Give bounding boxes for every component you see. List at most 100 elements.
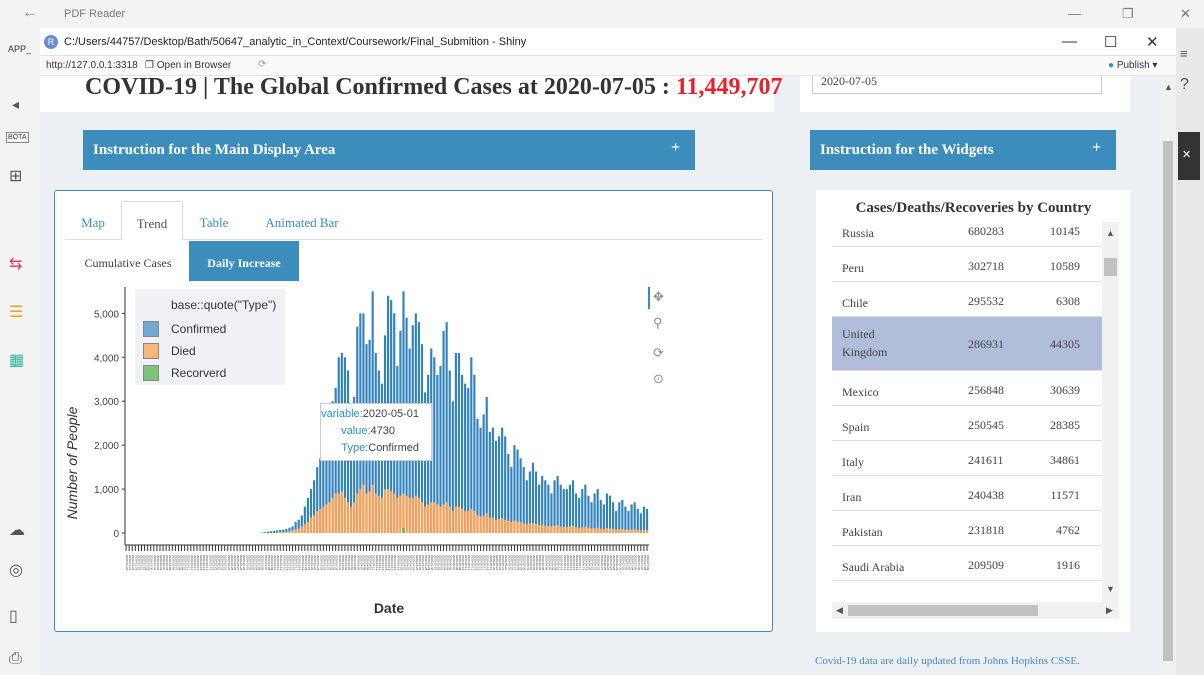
bar-died[interactable] <box>427 504 430 533</box>
expand-main-instruction-icon[interactable]: + <box>671 139 680 157</box>
bar-confirmed[interactable] <box>513 445 516 533</box>
bar-confirmed[interactable] <box>534 471 538 534</box>
bar-died[interactable] <box>328 502 331 533</box>
bar-died[interactable] <box>525 524 528 533</box>
bar-died[interactable] <box>479 516 482 533</box>
app-scroll-up-icon[interactable]: ▲ <box>1164 82 1173 92</box>
bar-died[interactable] <box>390 491 393 533</box>
bar-confirmed[interactable] <box>531 462 535 533</box>
bar-died[interactable] <box>399 495 402 533</box>
bar-died[interactable] <box>433 502 436 533</box>
bar-died[interactable] <box>337 493 340 533</box>
bar-died[interactable] <box>436 504 439 533</box>
bar-confirmed[interactable] <box>596 489 599 533</box>
scroll-down-arrow-icon[interactable]: ▼ <box>1106 584 1115 594</box>
bar-died[interactable] <box>605 528 609 533</box>
country-table[interactable]: Russia 680283 10145 Peru 302718 10589 Chile 295… <box>832 212 1102 592</box>
bar-died[interactable] <box>383 489 387 533</box>
bar-confirmed[interactable] <box>541 475 544 533</box>
bar-confirmed[interactable] <box>263 532 266 533</box>
bar-confirmed[interactable] <box>605 493 609 533</box>
bar-died[interactable] <box>380 497 383 533</box>
bar-confirmed[interactable] <box>612 502 615 533</box>
bar-died[interactable] <box>562 526 565 533</box>
bar-died[interactable] <box>501 518 504 533</box>
bar-confirmed[interactable] <box>584 484 587 533</box>
bar-died[interactable] <box>451 511 454 533</box>
hover-icon[interactable]: ⊙ <box>653 371 664 387</box>
bar-died[interactable] <box>624 529 627 533</box>
minimize-icon[interactable]: — <box>1068 6 1081 21</box>
bar-confirmed[interactable] <box>568 484 572 533</box>
bar-died[interactable] <box>291 530 294 533</box>
bar-died[interactable] <box>309 517 313 534</box>
bar-confirmed[interactable] <box>544 480 547 533</box>
close-icon[interactable]: ✕ <box>1180 6 1191 22</box>
bar-confirmed[interactable] <box>522 467 525 533</box>
bar-died[interactable] <box>507 520 510 533</box>
bar-died[interactable] <box>464 511 467 533</box>
bar-died[interactable] <box>531 522 535 533</box>
bar-confirmed[interactable] <box>587 495 590 533</box>
bar-died[interactable] <box>473 511 476 533</box>
bar-confirmed[interactable] <box>504 436 507 533</box>
bar-died[interactable] <box>584 526 587 533</box>
bar-died[interactable] <box>306 522 310 533</box>
bar-died[interactable] <box>377 495 380 533</box>
bar-died[interactable] <box>513 520 516 533</box>
bar-died[interactable] <box>353 502 356 533</box>
window-close-icon[interactable]: ✕ <box>1146 33 1159 51</box>
zoom-icon[interactable]: ⚲ <box>653 315 663 331</box>
bar-died[interactable] <box>547 525 550 533</box>
bar-died[interactable] <box>544 525 547 533</box>
table-row[interactable]: Iran 240438 11571 <box>832 476 1102 511</box>
subtab-cumulative-cases[interactable]: Cumulative Cases <box>69 241 187 281</box>
bar-confirmed[interactable] <box>627 511 630 533</box>
bar-confirmed[interactable] <box>516 449 519 533</box>
bar-confirmed[interactable] <box>575 493 578 533</box>
table-row[interactable]: Pakistan 231818 4762 <box>832 511 1102 546</box>
bar-confirmed[interactable] <box>621 500 624 533</box>
bar-died[interactable] <box>612 529 615 533</box>
bar-confirmed[interactable] <box>562 489 565 533</box>
bar-died[interactable] <box>294 529 297 533</box>
bar-died[interactable] <box>387 489 390 533</box>
bar-died[interactable] <box>590 528 593 533</box>
bar-died[interactable] <box>454 506 457 533</box>
scroll-right-arrow-icon[interactable]: ▶ <box>1106 605 1113 616</box>
bar-died[interactable] <box>460 508 464 533</box>
tab-trend[interactable]: Trend <box>121 201 183 240</box>
bar-died[interactable] <box>322 506 325 533</box>
bar-confirmed[interactable] <box>491 427 494 533</box>
pan-icon[interactable]: ✥ <box>653 289 664 305</box>
bar-confirmed[interactable] <box>464 383 467 533</box>
bar-died[interactable] <box>541 524 544 533</box>
bar-confirmed[interactable] <box>497 436 501 533</box>
bar-died[interactable] <box>325 504 328 533</box>
bar-confirmed[interactable] <box>269 531 273 533</box>
table-row[interactable]: Spain 250545 28385 <box>832 406 1102 441</box>
bar-died[interactable] <box>350 506 353 533</box>
bar-confirmed[interactable] <box>565 489 568 533</box>
bar-died[interactable] <box>510 522 513 533</box>
bar-died[interactable] <box>359 489 362 533</box>
table-horizontal-scroll-thumb[interactable] <box>848 605 1038 616</box>
bar-died[interactable] <box>316 511 319 533</box>
list-icon[interactable]: ☰ <box>9 302 23 322</box>
bar-died[interactable] <box>593 528 596 533</box>
back-arrow-icon[interactable]: ← <box>22 4 38 22</box>
table-vertical-scrollbar[interactable]: ▲ ▼ <box>1102 222 1119 602</box>
bar-died[interactable] <box>282 532 285 533</box>
restore-icon[interactable]: ❐ <box>1122 6 1134 22</box>
table-row[interactable]: Turkey2057585225 <box>832 581 1102 592</box>
bar-died[interactable] <box>587 527 590 533</box>
bar-confirmed[interactable] <box>473 374 476 533</box>
bar-died[interactable] <box>408 497 411 533</box>
open-in-browser-button[interactable]: ❐ Open in Browser <box>145 60 231 71</box>
bar-died[interactable] <box>645 530 649 533</box>
bar-confirmed[interactable] <box>553 480 556 533</box>
window-minimize-icon[interactable]: — <box>1062 33 1077 50</box>
bar-died[interactable] <box>346 502 350 533</box>
tab-map[interactable]: Map <box>65 201 121 240</box>
cloud-icon[interactable]: ☁ <box>9 520 25 540</box>
